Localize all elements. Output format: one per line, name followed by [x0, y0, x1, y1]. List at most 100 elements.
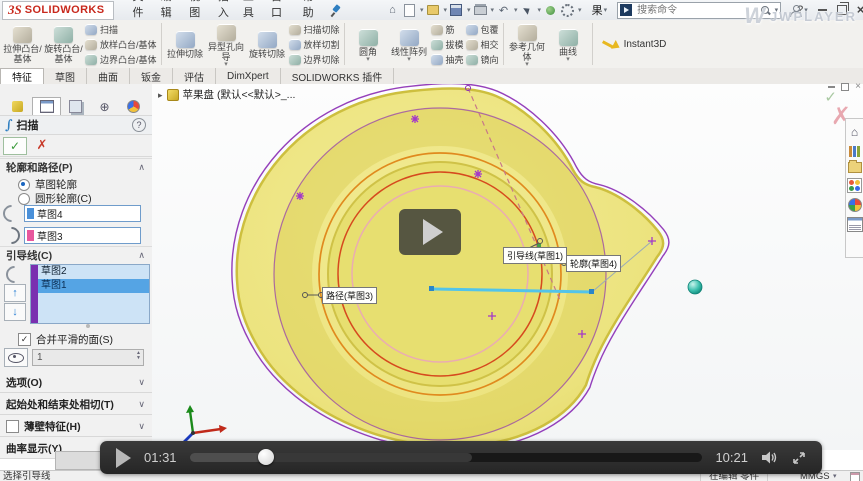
shell-button[interactable]: 抽壳 — [431, 52, 464, 66]
intersect-button[interactable]: 相交 — [466, 37, 499, 51]
fillet-button[interactable]: 圆角▾ — [349, 27, 388, 62]
radio-selected-icon[interactable] — [18, 179, 30, 191]
ok-button[interactable] — [3, 137, 27, 155]
move-down-button[interactable] — [4, 303, 26, 321]
hole-wizard-button[interactable]: 异型孔向导▾ — [207, 22, 246, 67]
section-start-end-tangency[interactable]: 起始处和结束处相切(T)∨ — [0, 394, 152, 415]
video-play-overlay[interactable] — [399, 209, 461, 255]
property-manager-tab[interactable] — [32, 97, 61, 116]
checkbox-checked-icon[interactable] — [18, 333, 31, 346]
restore-icon[interactable] — [837, 5, 847, 15]
doc-close-icon[interactable]: × — [855, 83, 861, 91]
graphics-viewport[interactable]: 苹果盘 (默认<<默认>_... 路径(草图3) 引导线(草图1) 轮廓(草图4… — [152, 84, 863, 450]
guide-curves-list[interactable]: 草图2 草图1 — [30, 264, 150, 324]
close-icon[interactable]: × — [857, 5, 863, 15]
extrude-cut-button[interactable]: 拉伸切除 — [166, 29, 205, 59]
thin-feature-checkbox[interactable] — [6, 420, 19, 433]
tab-dimxpert[interactable]: DimXpert — [216, 68, 281, 84]
custom-properties-icon[interactable] — [847, 217, 863, 232]
sweep-button[interactable]: 扫描 — [85, 22, 157, 36]
cancel-button[interactable] — [33, 137, 51, 153]
curves-button[interactable]: 曲线▾ — [549, 27, 588, 62]
list-resize-handle[interactable] — [86, 324, 90, 328]
boundary-boss-button[interactable]: 边界凸台/基体 — [85, 52, 157, 66]
display-manager-tab[interactable] — [119, 97, 148, 116]
minimize-icon[interactable] — [818, 9, 827, 11]
guide-item-sketch2[interactable]: 草图2 — [38, 265, 149, 279]
appearances-icon[interactable] — [847, 178, 862, 193]
radio-unselected-icon[interactable] — [18, 193, 30, 205]
guide-item-sketch1[interactable]: 草图1 — [38, 279, 149, 293]
rebuild-icon[interactable] — [543, 3, 558, 18]
seek-handle[interactable] — [258, 449, 274, 465]
document-caret-icon[interactable]: ▾ — [604, 6, 608, 14]
fullscreen-icon[interactable] — [792, 451, 806, 465]
annotation-guide[interactable]: 引导线(草图1) — [503, 247, 567, 264]
draft-button[interactable]: 拔模 — [431, 37, 464, 51]
search-icon[interactable] — [760, 5, 771, 16]
section-profile-path[interactable]: 轮廓和路径(P)∧ — [0, 158, 152, 175]
command-search[interactable]: ▾ — [617, 2, 781, 19]
reference-geometry-button[interactable]: 参考几何体▾ — [508, 22, 547, 67]
home-icon[interactable]: ⌂ — [385, 3, 400, 18]
move-up-button[interactable] — [4, 284, 26, 302]
show-sections-button[interactable] — [4, 348, 28, 367]
section-options[interactable]: 选项(O)∨ — [0, 372, 152, 393]
player-play-icon[interactable] — [116, 448, 131, 468]
radio-sketch-profile[interactable]: 草图轮廓 — [18, 177, 77, 192]
design-library-icon[interactable] — [849, 146, 860, 157]
section-thin-feature[interactable]: 薄壁特征(H)∨ — [0, 416, 152, 437]
dimxpert-manager-tab[interactable]: ⊕ — [90, 97, 119, 116]
search-caret-icon[interactable]: ▾ — [775, 6, 779, 14]
spinner-arrows-icon[interactable]: ▲▼ — [136, 351, 141, 361]
scene-wheel-icon[interactable] — [848, 198, 862, 212]
rib-button[interactable]: 筋 — [431, 22, 464, 36]
annotation-path[interactable]: 路径(草图3) — [322, 287, 377, 304]
extrude-boss-button[interactable]: 拉伸凸台/基体 — [3, 24, 42, 64]
feature-tree-tab[interactable] — [3, 97, 32, 116]
tab-evaluate[interactable]: 评估 — [173, 68, 216, 84]
options-gear-icon[interactable] — [560, 3, 575, 18]
instant3d-button[interactable]: Instant3D — [594, 20, 675, 68]
select-pointer-icon[interactable] — [520, 3, 535, 18]
wrap-button[interactable]: 包覆 — [466, 22, 499, 36]
save-icon[interactable] — [449, 3, 464, 18]
loft-cut-button[interactable]: 放样切割 — [289, 37, 340, 51]
tab-features[interactable]: 特征 — [0, 68, 44, 85]
units-caret-icon[interactable]: ▾ — [833, 471, 837, 481]
expand-arrow-icon[interactable] — [158, 89, 163, 101]
file-explorer-icon[interactable] — [848, 162, 862, 173]
resources-home-icon[interactable] — [851, 123, 858, 141]
configuration-manager-tab[interactable] — [61, 97, 90, 116]
volume-icon[interactable] — [761, 450, 779, 465]
revolve-cut-button[interactable]: 旋转切除 — [248, 29, 287, 59]
tab-sheetmetal[interactable]: 钣金 — [130, 68, 173, 84]
sweep-cut-button[interactable]: 扫描切除 — [289, 22, 340, 36]
search-input[interactable] — [635, 4, 756, 17]
mirror-button[interactable]: 镜向 — [466, 52, 499, 66]
search-scope-icon[interactable] — [620, 4, 632, 16]
new-doc-icon[interactable] — [402, 3, 417, 18]
tab-surfaces[interactable]: 曲面 — [87, 68, 130, 84]
loft-boss-button[interactable]: 放样凸台/基体 — [85, 37, 157, 51]
doc-restore-icon[interactable] — [841, 83, 849, 91]
open-doc-icon[interactable] — [425, 3, 440, 18]
part-node-label[interactable]: 苹果盘 (默认<<默认>_... — [183, 87, 296, 102]
merge-smooth-faces-checkbox[interactable]: 合并平滑的面(S) — [18, 332, 113, 347]
path-field[interactable]: 草图3 — [24, 227, 141, 244]
status-sheet-icon[interactable] — [850, 472, 860, 481]
boundary-cut-button[interactable]: 边界切除 — [289, 52, 340, 66]
seek-bar[interactable] — [190, 453, 703, 462]
radio-circular-profile[interactable]: 圆形轮廓(C) — [18, 191, 92, 206]
help-caret-icon[interactable]: ▾ — [804, 6, 808, 14]
feature-tree-flyout[interactable]: 苹果盘 (默认<<默认>_... — [158, 87, 295, 102]
section-guide-curves[interactable]: 引导线(C)∧ — [0, 246, 152, 263]
print-icon[interactable] — [473, 3, 488, 18]
annotation-profile[interactable]: 轮廓(草图4) — [566, 255, 621, 272]
tab-sketch[interactable]: 草图 — [44, 68, 87, 84]
section-number-spinner[interactable]: 1 ▲▼ — [32, 349, 144, 366]
linear-pattern-button[interactable]: 线性阵列▾ — [390, 27, 429, 62]
revolve-boss-button[interactable]: 旋转凸台/基体 — [44, 24, 83, 64]
tab-solidworks-addins[interactable]: SOLIDWORKS 插件 — [281, 68, 395, 84]
profile-field[interactable]: 草图4 — [24, 205, 141, 222]
